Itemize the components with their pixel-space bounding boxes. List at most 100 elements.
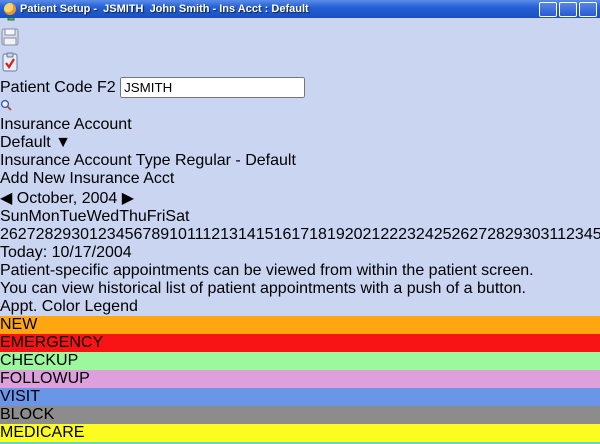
calendar-day[interactable]: 22 xyxy=(380,226,398,243)
legend-item-label: CHECKUP xyxy=(0,352,78,369)
calendar-day[interactable]: 8 xyxy=(151,226,160,243)
appt-color-legend: Appt. Color Legend NEWEMERGENCYCHECKUPFO… xyxy=(0,298,600,444)
calendar-day[interactable]: 1 xyxy=(557,226,566,243)
calendar-title: October, 2004 xyxy=(17,190,118,207)
title-bar: Patient Setup - JSMITH John Smith - Ins … xyxy=(0,0,600,18)
calendar-day[interactable]: 26 xyxy=(452,226,470,243)
legend-item-label: MEDICARE xyxy=(0,424,84,441)
calendar-day[interactable]: 11 xyxy=(187,226,202,243)
calendar-day[interactable]: 14 xyxy=(238,226,256,243)
calendar-day[interactable]: 27 xyxy=(469,226,487,243)
calendar-day[interactable]: 15 xyxy=(256,226,274,243)
calendar-weekday: Fri xyxy=(147,208,166,225)
calendar-weekday: Thu xyxy=(119,208,147,225)
calendar-day[interactable]: 29 xyxy=(53,226,71,243)
calendar-day[interactable]: 3 xyxy=(575,226,584,243)
calendar-day[interactable]: 29 xyxy=(505,226,523,243)
calendar-weekday: Tue xyxy=(60,208,87,225)
calendar-day[interactable]: 21 xyxy=(363,226,381,243)
legend-item-checkup: CHECKUP xyxy=(0,352,600,370)
legend-title: Appt. Color Legend xyxy=(0,298,138,315)
left-panel: ◀ October, 2004 ▶ SunMonTueWedThuFriSat … xyxy=(0,188,600,444)
legend-item-new: NEW xyxy=(0,316,600,334)
calendar-header: ◀ October, 2004 ▶ xyxy=(0,188,600,208)
close-button[interactable] xyxy=(579,2,597,17)
calendar-day[interactable]: 12 xyxy=(202,226,220,243)
insurance-account-dropdown[interactable]: Default ▼ xyxy=(0,134,600,152)
today-label: Today: 10/17/2004 xyxy=(0,244,132,261)
calendar-day[interactable]: 19 xyxy=(327,226,345,243)
patient-code-label: Patient Code xyxy=(0,79,93,96)
calendar-day[interactable]: 25 xyxy=(434,226,452,243)
calendar-day[interactable]: 3 xyxy=(107,226,116,243)
calendar-weekday-row: SunMonTueWedThuFriSat xyxy=(0,208,600,226)
info-paragraph-1: Patient-specific appointments can be vie… xyxy=(0,262,600,280)
calendar-day[interactable]: 2 xyxy=(98,226,107,243)
insurance-account-value: Default xyxy=(0,134,51,151)
legend-item-label: BLOCK xyxy=(0,406,54,423)
calendar-day[interactable]: 4 xyxy=(116,226,125,243)
insurance-section: Insurance Account Default ▼ Insurance Ac… xyxy=(0,116,600,188)
calendar-grid: 2627282930123456789101112131415161718192… xyxy=(0,226,600,244)
calendar-day[interactable]: 5 xyxy=(125,226,134,243)
calendar-weekday: Sun xyxy=(0,208,28,225)
calendar-day[interactable]: 30 xyxy=(523,226,541,243)
calendar-day[interactable]: 13 xyxy=(220,226,238,243)
legend-item-followup: FOLLOWUP xyxy=(0,370,600,388)
legend-item-label: VISIT xyxy=(0,388,40,405)
patient-search-button[interactable] xyxy=(0,98,600,116)
month-calendar: ◀ October, 2004 ▶ SunMonTueWedThuFriSat … xyxy=(0,188,600,262)
calendar-weekday: Wed xyxy=(87,208,120,225)
calendar-day[interactable]: 10 xyxy=(169,226,187,243)
legend-item-emergency: EMERGENCY xyxy=(0,334,600,352)
insurance-type-value: Regular - Default xyxy=(175,152,296,169)
calendar-day[interactable]: 7 xyxy=(142,226,151,243)
app-icon xyxy=(4,3,16,15)
calendar-day[interactable]: 27 xyxy=(18,226,36,243)
legend-item-label: EMERGENCY xyxy=(0,334,103,351)
calendar-prev-month-button[interactable]: ◀ xyxy=(0,190,12,207)
patient-code-section: Patient Code F2 xyxy=(0,77,600,116)
minimize-button[interactable] xyxy=(539,2,557,17)
legend-item-block: BLOCK xyxy=(0,406,600,424)
insurance-account-label: Insurance Account xyxy=(0,116,132,133)
search-icon xyxy=(0,99,12,111)
add-insurance-button[interactable]: Add New Insurance Acct xyxy=(0,170,600,188)
calendar-day[interactable]: 20 xyxy=(345,226,363,243)
calendar-weekday: Mon xyxy=(28,208,59,225)
calendar-day[interactable]: 28 xyxy=(487,226,505,243)
insurance-type-label: Insurance Account Type xyxy=(0,152,170,169)
calendar-day[interactable]: 31 xyxy=(541,226,558,243)
verify-button[interactable] xyxy=(0,52,600,77)
calendar-day[interactable]: 1 xyxy=(89,226,98,243)
calendar-day[interactable]: 18 xyxy=(309,226,327,243)
legend-item-label: NEW xyxy=(0,316,37,333)
calendar-day[interactable]: 16 xyxy=(274,226,292,243)
calendar-weekday: Sat xyxy=(165,208,189,225)
calendar-day[interactable]: 5 xyxy=(593,226,600,243)
maximize-button[interactable] xyxy=(559,2,577,17)
calendar-day[interactable]: 30 xyxy=(71,226,89,243)
legend-item-label: FOLLOWUP xyxy=(0,370,90,387)
calendar-day[interactable]: 2 xyxy=(566,226,575,243)
f2-shortcut-label: F2 xyxy=(97,79,116,96)
legend-item-medicare: MEDICARE xyxy=(0,424,600,442)
save-icon xyxy=(0,27,20,47)
calendar-next-month-button[interactable]: ▶ xyxy=(122,190,134,207)
info-paragraph-2: You can view historical list of patient … xyxy=(0,280,600,298)
calendar-day[interactable]: 24 xyxy=(416,226,434,243)
calendar-day[interactable]: 9 xyxy=(160,226,169,243)
clipboard-check-icon xyxy=(0,52,20,72)
calendar-today-row: Today: 10/17/2004 xyxy=(0,244,600,262)
window-title: Patient Setup - JSMITH John Smith - Ins … xyxy=(20,3,309,15)
calendar-day[interactable]: 23 xyxy=(398,226,416,243)
calendar-day[interactable]: 17 xyxy=(291,226,309,243)
dropdown-arrow-icon[interactable]: ▼ xyxy=(55,134,71,151)
calendar-day[interactable]: 26 xyxy=(0,226,18,243)
save-button[interactable] xyxy=(0,27,600,52)
calendar-day[interactable]: 4 xyxy=(584,226,593,243)
legend-grid: NEWEMERGENCYCHECKUPFOLLOWUPVISITBLOCKMED… xyxy=(0,316,600,444)
calendar-day[interactable]: 28 xyxy=(36,226,54,243)
patient-code-input[interactable] xyxy=(120,77,305,98)
patient-setup-window: Patient Setup - JSMITH John Smith - Ins … xyxy=(0,0,600,444)
